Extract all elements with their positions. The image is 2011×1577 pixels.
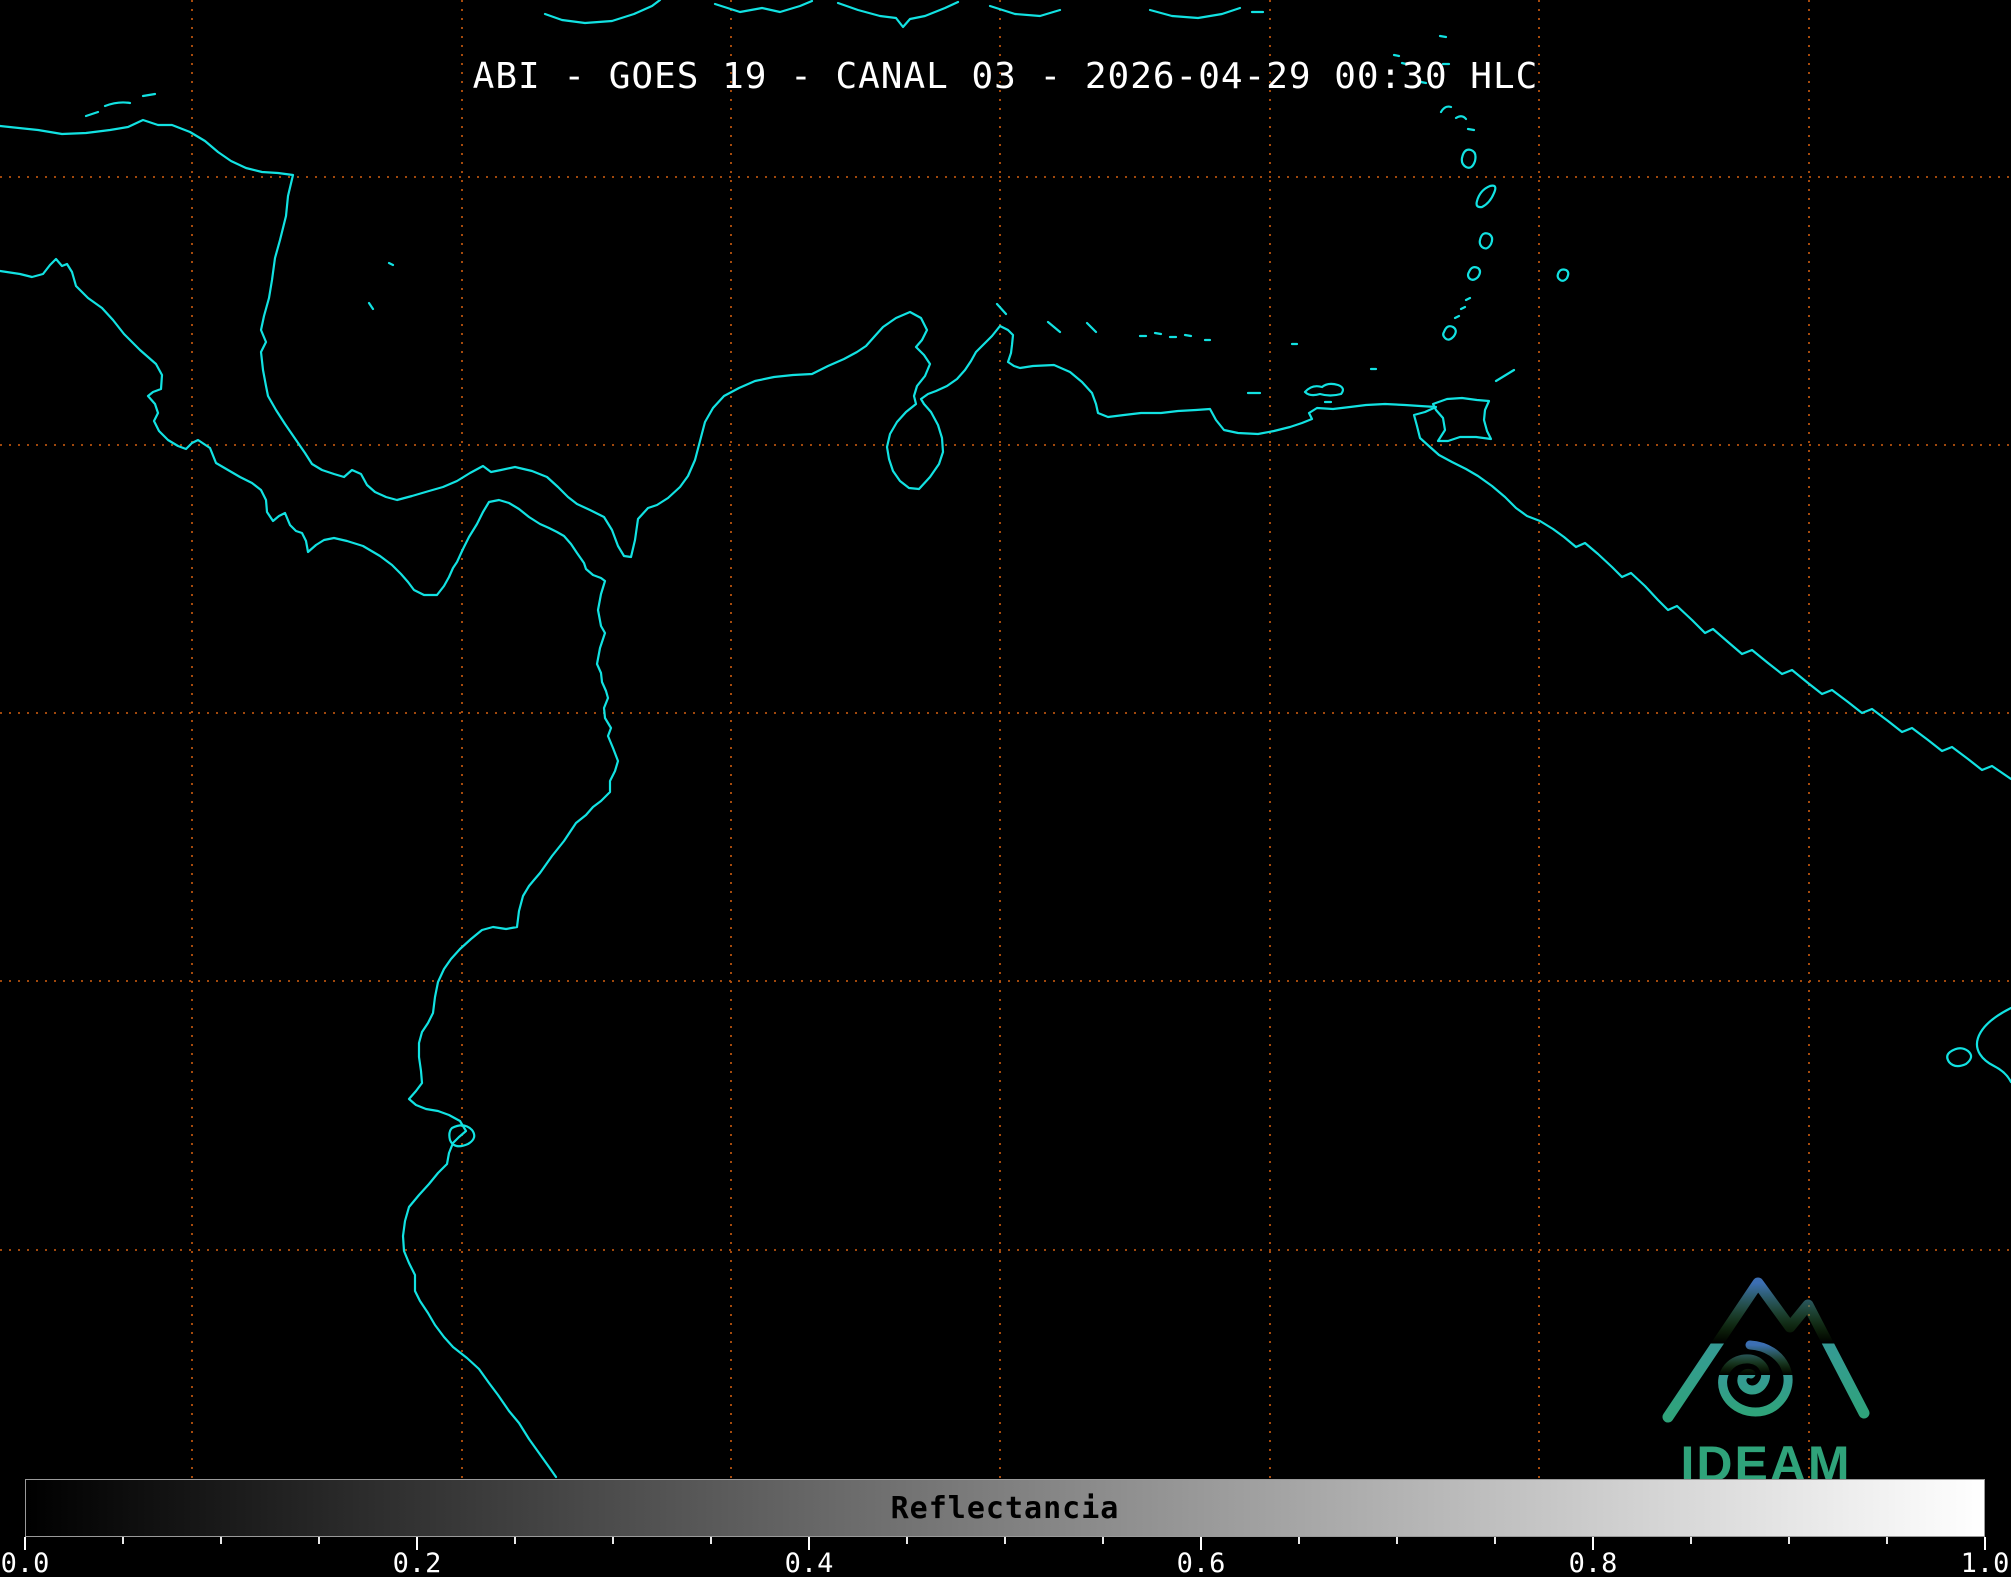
coastline-trinidad [1431,396,1493,443]
colorbar-minor-tick [1004,1537,1006,1544]
coastline-bay-islands [84,92,157,118]
colorbar-minor-tick [1102,1537,1104,1544]
colorbar-minor-tick [1298,1537,1300,1544]
logo-cyclone-spiral-icon [1718,1340,1793,1417]
coastline-san-andres-providencia [367,261,395,311]
colorbar-label: Reflectancia [890,1490,1120,1526]
coastline-jamaica [543,0,662,25]
colorbar-tick-label: 1.0 [1960,1548,2010,1577]
coastline-barbados [1556,268,1570,282]
colorbar-minor-tick [906,1537,908,1544]
colorbar-tick-label: 0.2 [392,1548,442,1577]
colorbar-minor-tick [1494,1537,1496,1544]
coastline-central-america-caribbean [0,118,2011,781]
ideam-logo: IDEAM [1662,1277,1870,1492]
colorbar-minor-tick [1396,1537,1398,1544]
coastline-margarita [1303,382,1345,397]
coastline-amazon-mouth-fragment [1946,1006,2011,1084]
colorbar-minor-tick [1788,1537,1790,1544]
satellite-image-canvas: ABI - GOES 19 - CANAL 03 - 2026-04-29 00… [0,0,2011,1577]
colorbar-tick-label: 0.4 [784,1548,834,1577]
colorbar-minor-tick [318,1537,320,1544]
colorbar-tick-label: 0.8 [1568,1548,1618,1577]
colorbar-tick-label: 0.0 [0,1548,50,1577]
image-title: ABI - GOES 19 - CANAL 03 - 2026-04-29 00… [472,56,1539,97]
coastline-pacific-south-america [0,257,620,1479]
coastline-hispaniola-south [713,0,1062,29]
colorbar-minor-tick [1690,1537,1692,1544]
reflectance-colorbar: Reflectancia [25,1479,1985,1537]
coastline-tobago [1494,368,1516,383]
coastline-venezuelan-islets [1138,331,1378,404]
colorbar-minor-tick [612,1537,614,1544]
coastline-puerto-rico-south [1148,6,1265,20]
coastline-abc-islands [995,302,1098,334]
colorbar-minor-tick [710,1537,712,1544]
colorbar-minor-tick [122,1537,124,1544]
colorbar-minor-tick [1886,1537,1888,1544]
colorbar-axis: 0.0 0.2 0.4 0.6 0.8 1.0 [0,1537,2011,1577]
colorbar-minor-tick [514,1537,516,1544]
colorbar-minor-tick [220,1537,222,1544]
colorbar-tick-label: 0.6 [1176,1548,1226,1577]
